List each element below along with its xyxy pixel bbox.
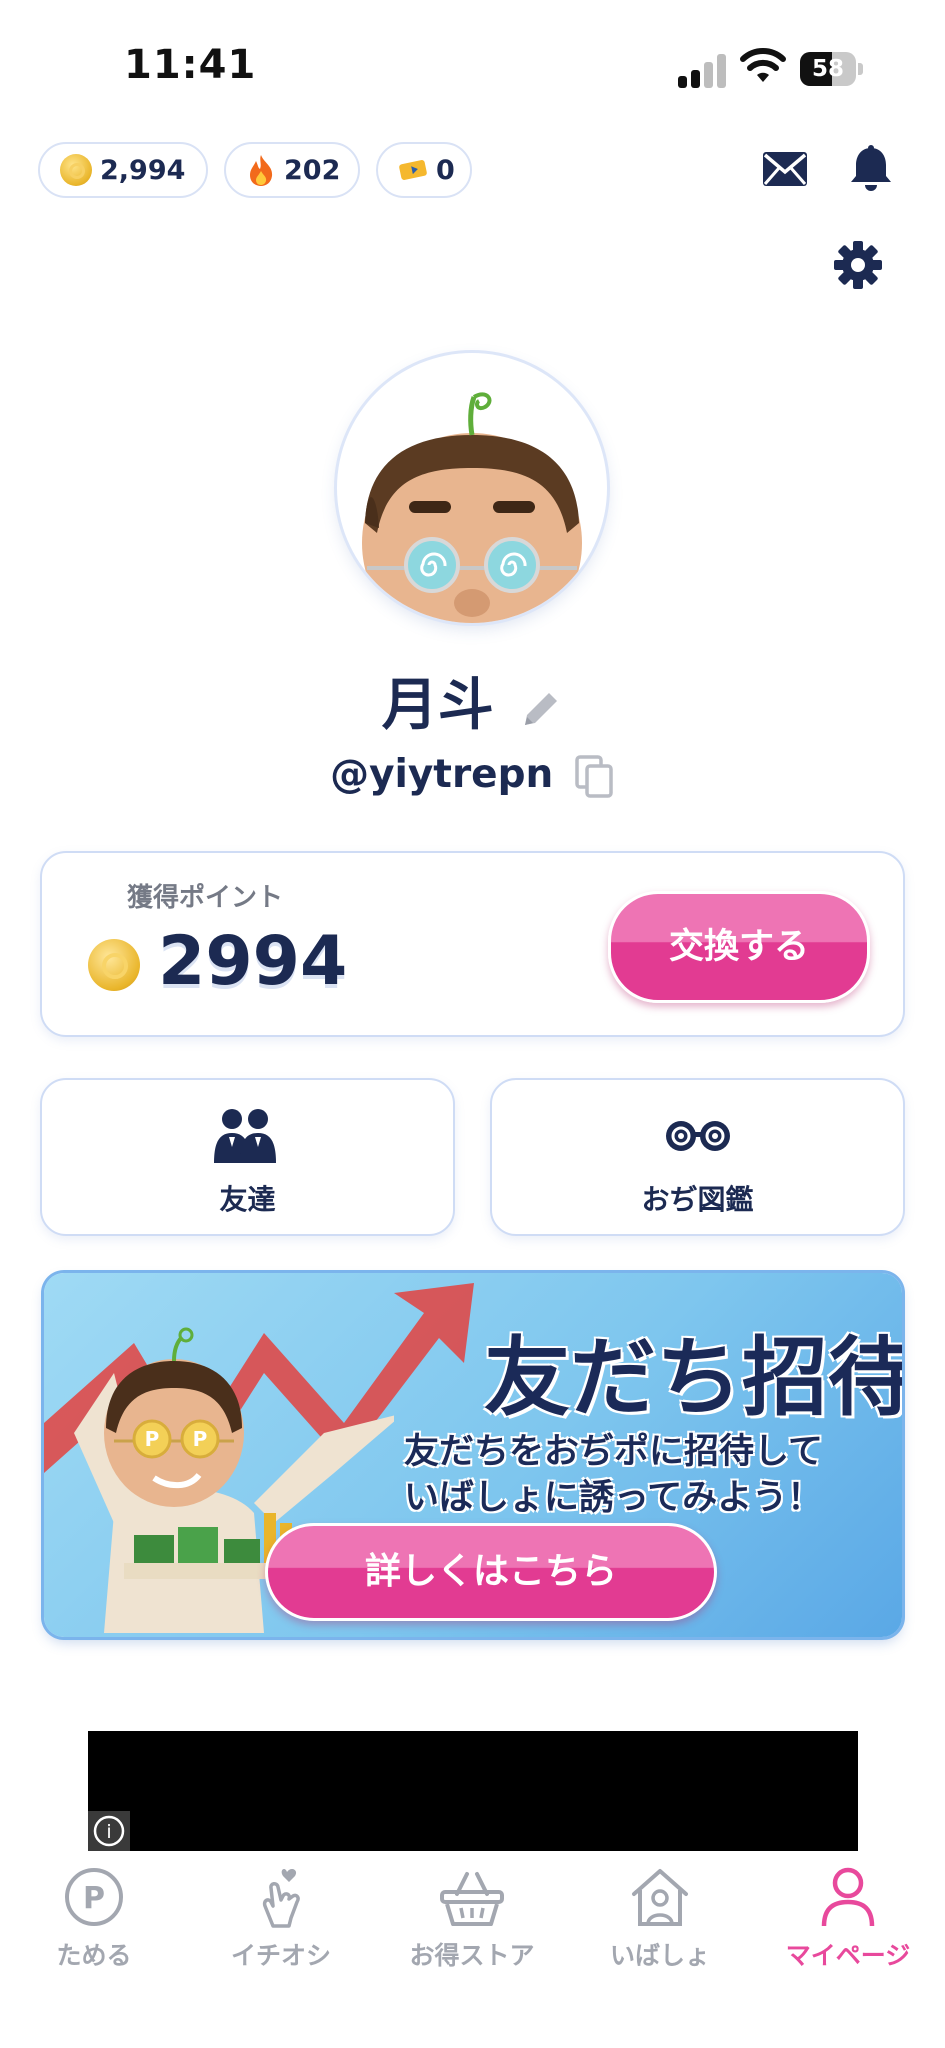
fire-balance-pill[interactable]: 202 (224, 142, 360, 198)
svg-text:P: P (193, 1427, 208, 1451)
coin-balance-pill[interactable]: 2,994 (38, 142, 208, 198)
coin-balance: 2,994 (100, 154, 186, 186)
avatar[interactable] (337, 353, 607, 623)
basket-icon (440, 1872, 504, 1926)
tab-tameru[interactable]: P ためる (4, 1858, 184, 1972)
ticket-count: 0 (436, 154, 455, 186)
points-value: 2994 (158, 922, 348, 1001)
tab-label: ためる (56, 1941, 132, 1970)
coin-icon (88, 939, 140, 991)
banner-subtitle-line1: 友だちをおぢポに招待して (404, 1432, 823, 1472)
svg-text:P: P (145, 1427, 160, 1451)
points-label: 獲得ポイント (127, 883, 284, 913)
ticket-icon (399, 160, 427, 180)
coin-icon (60, 154, 92, 186)
p-coin-icon: P (65, 1868, 123, 1926)
svg-text:P: P (83, 1881, 105, 1916)
info-icon: i (93, 1815, 125, 1847)
learn-more-button[interactable]: 詳しくはこちら (265, 1523, 717, 1621)
fire-icon (250, 155, 273, 186)
fire-count: 202 (284, 154, 341, 186)
battery-icon: 58 (800, 52, 864, 86)
wifi-icon (740, 48, 786, 82)
user-handle: @yiytrepn (0, 752, 945, 799)
tab-mypage[interactable]: マイページ (758, 1858, 938, 1972)
tab-ichioshi[interactable]: イチオシ (191, 1858, 371, 1972)
invite-friends-banner[interactable]: P P 友だち招待 友だちをおぢポに招待して いばしょに誘ってみよう！ 詳しくは… (44, 1273, 902, 1637)
banner-title: 友だち招待 (484, 1328, 902, 1428)
tab-store[interactable]: お得ストア (382, 1858, 562, 1972)
person-icon (821, 1867, 875, 1927)
banner-subtitle-line2: いばしょに誘ってみよう！ (404, 1478, 823, 1518)
tab-label: イチオシ (230, 1941, 331, 1970)
user-handle-text: @yiytrepn (330, 752, 554, 797)
ad-info-icon[interactable]: i (88, 1811, 130, 1851)
avatar-character-image (362, 392, 582, 623)
gear-icon[interactable] (833, 240, 883, 290)
finger-heart-icon (262, 1869, 300, 1928)
ticket-balance-pill[interactable]: 0 (376, 142, 472, 198)
ojisan-catalog-label: おぢ図鑑 (641, 1183, 754, 1216)
username: 月斗 (0, 660, 945, 741)
ad-banner[interactable] (88, 1731, 858, 1851)
tab-ibasho[interactable]: いばしょ (570, 1858, 750, 1972)
status-time: 11:41 (124, 42, 257, 88)
tab-label: いばしょ (609, 1941, 710, 1970)
exchange-button[interactable]: 交換する (608, 891, 870, 1003)
tab-label: マイページ (785, 1941, 911, 1970)
bell-icon[interactable] (848, 144, 894, 194)
username-text: 月斗 (381, 673, 494, 738)
info-glyph: i (106, 1821, 111, 1843)
tab-label: お得ストア (409, 1941, 535, 1970)
battery-level: 58 (811, 56, 844, 82)
mail-icon[interactable] (762, 151, 808, 187)
edit-pencil-icon[interactable] (519, 687, 563, 731)
friends-tile-label: 友達 (219, 1183, 276, 1216)
home-person-icon (632, 1869, 688, 1926)
friends-icon (214, 1109, 276, 1163)
glasses-icon (666, 1121, 730, 1151)
copy-icon[interactable] (575, 754, 615, 799)
cellular-signal-icon (678, 52, 726, 88)
